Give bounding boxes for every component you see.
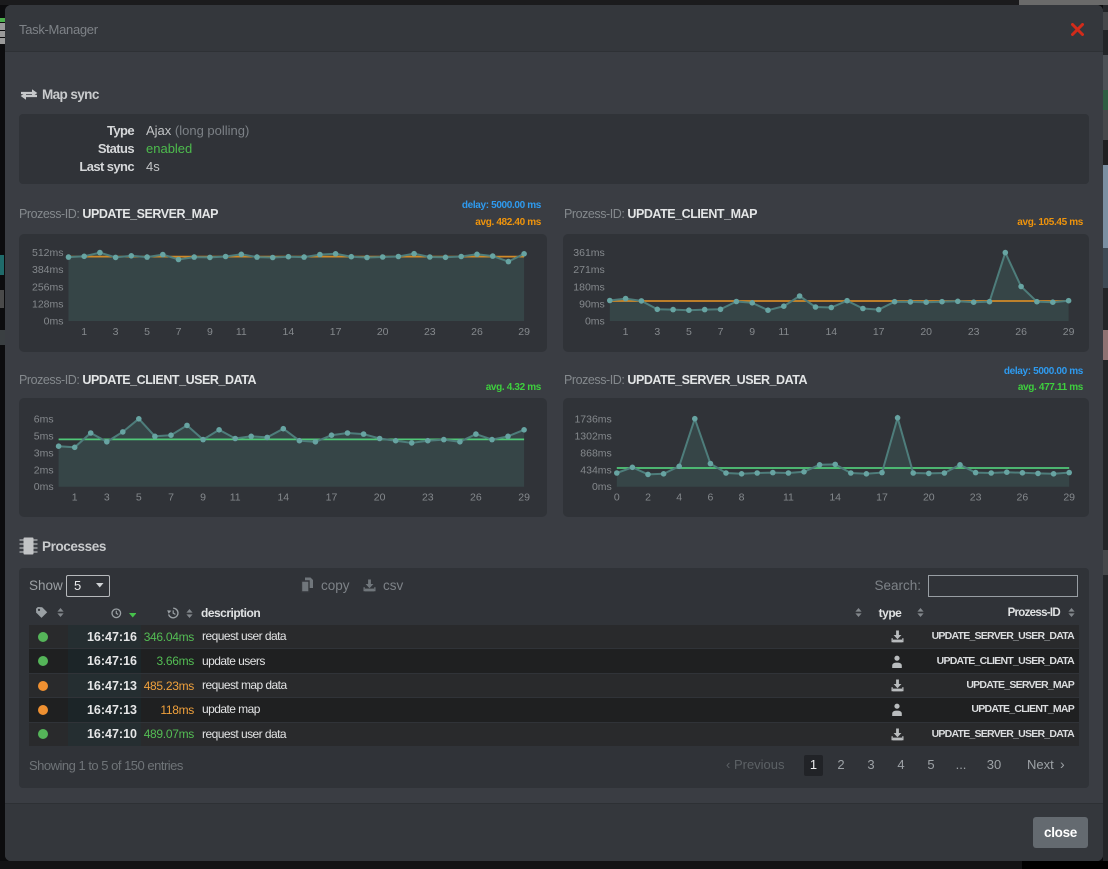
svg-text:384ms: 384ms xyxy=(32,264,64,276)
svg-text:8: 8 xyxy=(739,492,745,504)
svg-text:1302ms: 1302ms xyxy=(574,430,611,442)
svg-text:7: 7 xyxy=(168,492,174,504)
svg-text:26: 26 xyxy=(1015,326,1027,338)
svg-text:9: 9 xyxy=(749,326,755,338)
svg-text:1: 1 xyxy=(72,492,78,504)
svg-text:7: 7 xyxy=(176,326,182,338)
svg-text:0ms: 0ms xyxy=(592,481,612,493)
svg-text:361ms: 361ms xyxy=(573,247,605,259)
svg-text:0: 0 xyxy=(614,492,620,504)
svg-text:4: 4 xyxy=(676,492,682,504)
svg-text:17: 17 xyxy=(326,492,338,504)
svg-text:14: 14 xyxy=(829,492,841,504)
svg-text:868ms: 868ms xyxy=(580,447,612,459)
svg-text:512ms: 512ms xyxy=(32,247,64,259)
svg-text:0ms: 0ms xyxy=(44,316,64,328)
svg-text:14: 14 xyxy=(277,492,289,504)
svg-text:29: 29 xyxy=(1063,326,1075,338)
svg-text:2ms: 2ms xyxy=(34,464,54,476)
svg-text:20: 20 xyxy=(374,492,386,504)
svg-text:128ms: 128ms xyxy=(32,298,64,310)
svg-text:9: 9 xyxy=(207,326,213,338)
svg-text:11: 11 xyxy=(778,326,789,338)
svg-text:14: 14 xyxy=(825,326,837,338)
svg-text:7: 7 xyxy=(718,326,724,338)
svg-text:20: 20 xyxy=(923,492,935,504)
svg-text:11: 11 xyxy=(230,492,241,504)
svg-text:23: 23 xyxy=(968,326,980,338)
svg-text:90ms: 90ms xyxy=(579,298,605,310)
svg-text:3: 3 xyxy=(113,326,119,338)
svg-text:26: 26 xyxy=(471,326,483,338)
svg-text:29: 29 xyxy=(1063,492,1075,504)
svg-text:1: 1 xyxy=(623,326,629,338)
svg-text:9: 9 xyxy=(200,492,206,504)
svg-text:5: 5 xyxy=(136,492,142,504)
svg-text:23: 23 xyxy=(422,492,434,504)
svg-text:5: 5 xyxy=(144,326,150,338)
svg-text:1: 1 xyxy=(81,326,87,338)
svg-text:0ms: 0ms xyxy=(34,481,54,493)
svg-text:29: 29 xyxy=(518,492,530,504)
svg-text:26: 26 xyxy=(1017,492,1029,504)
svg-text:3: 3 xyxy=(104,492,110,504)
svg-text:23: 23 xyxy=(424,326,436,338)
svg-text:3ms: 3ms xyxy=(34,447,54,459)
svg-text:434ms: 434ms xyxy=(580,464,612,476)
svg-text:29: 29 xyxy=(518,326,530,338)
svg-text:3: 3 xyxy=(654,326,660,338)
svg-text:26: 26 xyxy=(470,492,482,504)
svg-text:5: 5 xyxy=(686,326,692,338)
svg-text:2: 2 xyxy=(645,492,651,504)
svg-text:180ms: 180ms xyxy=(573,281,605,293)
svg-text:0ms: 0ms xyxy=(585,316,605,328)
svg-text:11: 11 xyxy=(236,326,247,338)
svg-text:20: 20 xyxy=(920,326,932,338)
svg-text:14: 14 xyxy=(283,326,295,338)
svg-text:11: 11 xyxy=(783,492,794,504)
svg-text:23: 23 xyxy=(970,492,982,504)
svg-text:5ms: 5ms xyxy=(34,430,54,442)
svg-text:17: 17 xyxy=(873,326,885,338)
svg-text:1736ms: 1736ms xyxy=(574,413,611,425)
svg-text:17: 17 xyxy=(876,492,888,504)
svg-text:271ms: 271ms xyxy=(573,264,605,276)
svg-text:256ms: 256ms xyxy=(32,281,64,293)
svg-text:20: 20 xyxy=(377,326,389,338)
svg-text:6: 6 xyxy=(707,492,713,504)
svg-text:17: 17 xyxy=(330,326,342,338)
svg-text:6ms: 6ms xyxy=(34,413,54,425)
